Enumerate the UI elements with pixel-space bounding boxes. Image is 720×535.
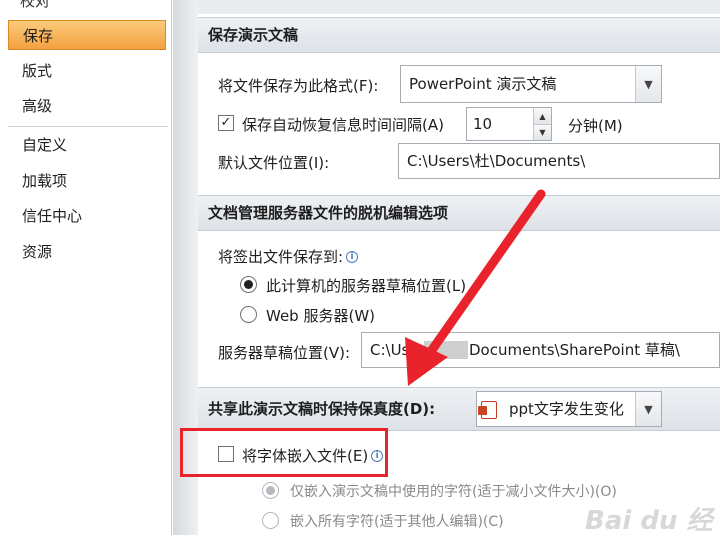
info-icon: i — [346, 251, 359, 263]
sidebar-item-addins[interactable]: 加载项 — [8, 166, 166, 196]
sidebar-item-layout[interactable]: 版式 — [8, 56, 166, 86]
default-location-label: 默认文件位置(I): — [218, 154, 330, 172]
radio-embed-all-chars-label: 嵌入所有字符(适于其他人编辑)(C) — [290, 514, 504, 530]
autorecover-minutes-value: 10 — [473, 115, 493, 133]
sidebar-item-proofing-partial[interactable]: 校对 — [20, 0, 50, 11]
save-format-value: PowerPoint 演示文稿 — [409, 75, 557, 93]
watermark: Bai du 经 — [585, 506, 713, 535]
options-sidebar: 校对 保存 版式 高级 自定义 加载项 信任中心 资源 — [0, 0, 172, 535]
sidebar-item-advanced[interactable]: 高级 — [8, 91, 166, 121]
fidelity-document-select[interactable]: ppt文字发生变化 ▼ — [476, 391, 662, 427]
spin-down-icon[interactable]: ▼ — [534, 124, 551, 140]
drafts-location-label: 服务器草稿位置(V): — [218, 344, 351, 362]
sidebar-divider — [8, 126, 168, 127]
radio-embed-all-chars[interactable] — [262, 512, 279, 529]
top-band — [198, 0, 720, 14]
radio-embed-used-chars-label: 仅嵌入演示文稿中使用的字符(适于减小文件大小)(O) — [290, 484, 617, 500]
radio-local-drafts[interactable] — [240, 276, 257, 293]
sidebar-item-customize[interactable]: 自定义 — [8, 130, 166, 160]
chevron-down-icon[interactable]: ▼ — [635, 392, 661, 426]
radio-web-server[interactable] — [240, 306, 257, 323]
chevron-down-icon[interactable]: ▼ — [635, 66, 661, 102]
drafts-location-value-left: C:\User — [370, 341, 425, 359]
minutes-label: 分钟(M) — [568, 117, 623, 135]
powerpoint-file-icon — [478, 401, 497, 419]
autorecover-minutes-stepper[interactable]: 10 ▲ ▼ — [466, 107, 552, 141]
default-location-value: C:\Users\杜\Documents\ — [407, 152, 586, 170]
autorecover-checkbox[interactable]: ✓ — [218, 115, 234, 131]
spin-up-icon[interactable]: ▲ — [534, 108, 551, 124]
format-label: 将文件保存为此格式(F): — [218, 77, 379, 95]
fidelity-document-value: ppt文字发生变化 — [509, 400, 624, 418]
redacted-blur — [424, 341, 468, 359]
radio-web-server-label: Web 服务器(W) — [266, 307, 376, 325]
checkout-label: 将签出文件保存到: i — [218, 246, 359, 267]
section-header-offline: 文档管理服务器文件的脱机编辑选项 — [198, 195, 720, 231]
drafts-location-input[interactable]: C:\User Documents\SharePoint 草稿\ — [361, 332, 720, 368]
radio-local-drafts-label: 此计算机的服务器草稿位置(L) — [266, 277, 467, 295]
section-header-save: 保存演示文稿 — [198, 17, 720, 53]
highlight-box — [180, 428, 388, 477]
drafts-location-value-right: Documents\SharePoint 草稿\ — [469, 333, 680, 367]
radio-embed-used-chars[interactable] — [262, 482, 279, 499]
checkout-label-text: 将签出文件保存到: — [218, 248, 344, 266]
sidebar-item-trust-center[interactable]: 信任中心 — [8, 201, 166, 231]
default-location-input[interactable]: C:\Users\杜\Documents\ — [398, 143, 720, 179]
sidebar-item-resources[interactable]: 资源 — [8, 237, 166, 267]
save-format-select[interactable]: PowerPoint 演示文稿 ▼ — [400, 65, 662, 103]
sidebar-item-save[interactable]: 保存 — [8, 20, 166, 50]
autorecover-label: 保存自动恢复信息时间间隔(A) — [242, 116, 444, 134]
